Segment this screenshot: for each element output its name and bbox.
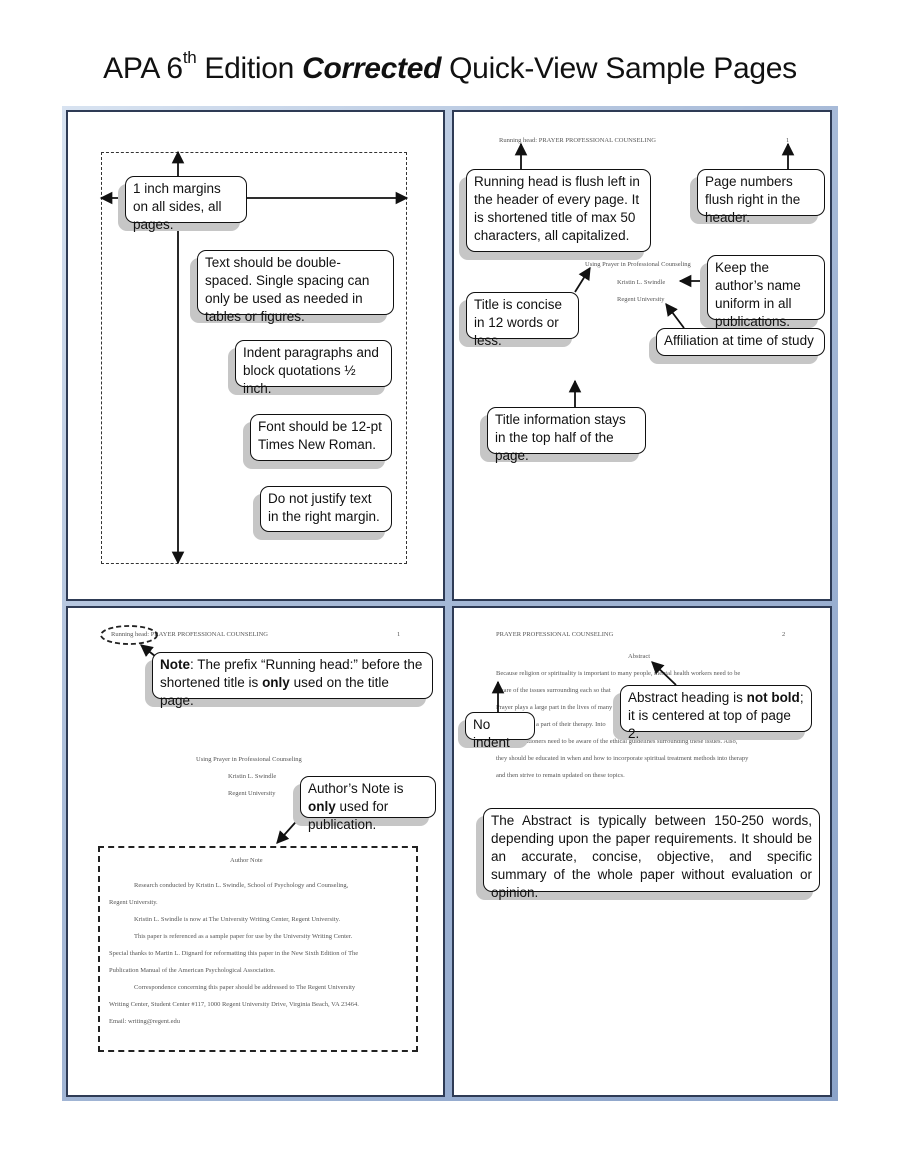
author-note-email: Email: writing@regent.edu [109,1018,180,1025]
affiliation: Regent University [228,790,276,797]
author-note-line: This paper is referenced as a sample pap… [134,933,353,940]
callout-running-head-note: Note: The prefix “Running head:” before … [152,652,433,708]
callout-no-indent: No indent [465,712,535,750]
abstract-line: Prayer plays a large part in the lives o… [496,704,613,711]
abstract-line: they should be educated in when and how … [496,755,749,762]
callout-abstract-heading: Abstract heading is not bold; it is cent… [620,685,812,741]
emphasis: only [262,675,290,690]
note-label: Note [160,657,190,672]
author-note-line: Regent University. [109,899,158,906]
emphasis: only [308,799,336,814]
affiliation: Regent University [617,296,665,303]
running-head-title: PRAYER PROFESSIONAL COUNSELING [149,631,268,638]
running-head-text: Running head: PRAYER PROFESSIONAL COUNSE… [111,631,268,638]
paper-title: Using Prayer in Professional Counseling [196,756,302,763]
abstract-heading: Abstract [628,653,651,660]
callout-indent: Indent paragraphs and block quotations ½… [235,340,392,396]
author-note-heading: Author Note [230,857,263,864]
abstract-line: and then strive to remain updated on the… [496,772,625,779]
author-note-line: Correspondence concerning this paper sho… [134,984,356,991]
abstract-line: Because religion or spirituality is impo… [496,670,741,677]
author-note-line: Writing Center, Student Center #117, 100… [109,1001,359,1008]
author-name: Kristin L. Swindle [617,279,666,286]
title-text: Quick-View Sample Pages [441,52,797,85]
author-note-line: Kristin L. Swindle is now at The Univers… [134,916,341,923]
title-text: APA 6 [103,52,183,85]
callout-text: Abstract heading is [628,690,747,705]
abstract-line: health practitioners need to be aware of… [496,738,738,745]
callout-author-note: Author’s Note is only used for publicati… [300,776,436,832]
callout-text: Author’s Note is [308,781,404,796]
callout-author-name: Keep the author’s name uniform in all pu… [707,255,825,329]
page-number: 1 [786,137,790,144]
callout-affiliation: Affiliation at time of study [656,328,825,356]
abstract-line: aware of the issues surrounding each so … [496,687,611,694]
paper-title: Using Prayer in Professional Counseling [585,261,691,268]
abstract-line: a part of their therapy. Into [536,721,606,728]
title-superscript: th [182,48,197,67]
callout-double-spaced: Text should be double-spaced. Single spa… [197,250,394,324]
running-head-prefix: Running head: [111,631,150,638]
page-number: 2 [782,631,786,638]
callout-font: Font should be 12-pt Times New Roman. [250,414,392,461]
author-note-line: Research conducted by Kristin L. Swindle… [134,882,349,889]
title-emphasis: Corrected [302,52,442,85]
callout-page-numbers: Page numbers flush right in the header. [697,169,825,225]
running-head-text: PRAYER PROFESSIONAL COUNSELING [496,631,614,638]
callout-title-concise: Title is concise in 12 words or less. [466,292,579,348]
author-name: Kristin L. Swindle [228,773,277,780]
callout-margins: 1 inch margins on all sides, all pages. [125,176,247,232]
callout-justify: Do not justify text in the right margin. [260,486,392,532]
callout-abstract-length: The Abstract is typically between 150-25… [483,808,820,900]
page-title: APA 6th Edition Corrected Quick-View Sam… [0,48,900,86]
callout-running-head: Running head is flush left in the header… [466,169,651,252]
emphasis: not bold [746,690,800,705]
callout-top-half: Title information stays in the top half … [487,407,646,463]
title-text: Edition [196,52,303,85]
page-number: 1 [397,631,401,638]
author-note-line: Special thanks to Martin L. Dignard for … [109,950,359,957]
running-head-text: Running head: PRAYER PROFESSIONAL COUNSE… [499,137,656,144]
author-note-line: Publication Manual of the American Psych… [109,967,276,974]
